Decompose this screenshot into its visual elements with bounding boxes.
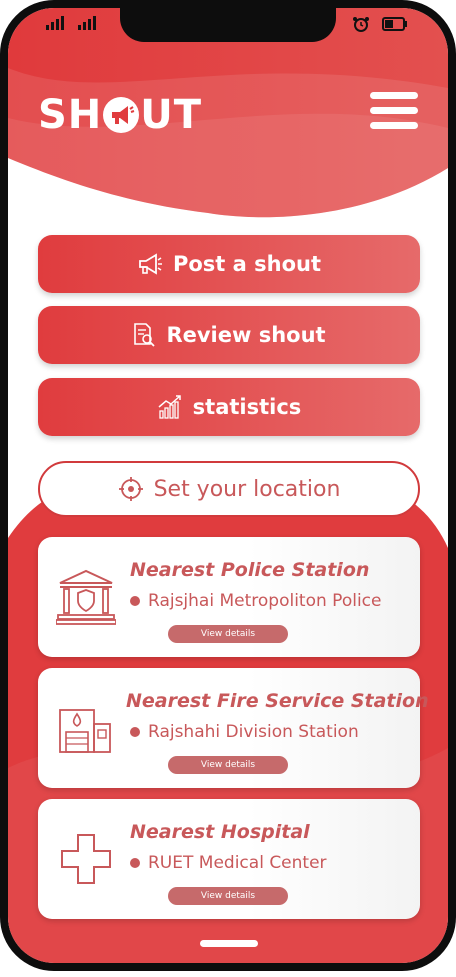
view-details-button[interactable]: View details — [168, 756, 288, 774]
medical-cross-icon — [56, 829, 116, 889]
bullet-dot-icon — [130, 727, 140, 737]
police-station-card[interactable]: Nearest Police Station Rajsjhai Metropol… — [38, 537, 420, 657]
hamburger-menu-icon[interactable] — [370, 92, 418, 132]
view-details-button[interactable]: View details — [168, 887, 288, 905]
crosshair-icon — [118, 476, 144, 502]
bar-chart-icon — [157, 395, 183, 419]
hospital-card[interactable]: Nearest Hospital RUET Medical Center Vie… — [38, 799, 420, 919]
post-shout-label: Post a shout — [172, 252, 321, 276]
bullet-dot-icon — [130, 858, 140, 868]
home-indicator[interactable] — [200, 940, 258, 947]
card-subtitle-row: RUET Medical Center — [130, 853, 327, 873]
police-building-icon — [55, 567, 117, 627]
shout-logo: SH UT — [38, 92, 202, 138]
card-subtitle: Rajsjhai Metropoliton Police — [148, 591, 382, 611]
post-shout-button[interactable]: Post a shout — [38, 235, 420, 293]
megaphone-icon — [137, 252, 163, 276]
card-subtitle-row: Rajsjhai Metropoliton Police — [130, 591, 381, 611]
bullet-dot-icon — [130, 596, 140, 606]
megaphone-logo-icon — [103, 97, 140, 133]
card-subtitle: RUET Medical Center — [148, 853, 327, 873]
statistics-button[interactable]: statistics — [38, 378, 420, 436]
statistics-label: statistics — [192, 395, 302, 419]
fire-station-card[interactable]: Nearest Fire Service Station Rajshahi Di… — [38, 668, 429, 788]
header: SH UT — [8, 8, 448, 208]
card-subtitle: Rajshahi Division Station — [148, 722, 359, 742]
phone-frame: SH UT Post a shout Review shout statisti… — [0, 0, 456, 971]
card-subtitle-row: Rajshahi Division Station — [130, 722, 359, 742]
view-details-button[interactable]: View details — [168, 625, 288, 643]
document-search-icon — [132, 322, 156, 348]
fire-station-icon — [56, 698, 116, 758]
review-shout-button[interactable]: Review shout — [38, 306, 420, 364]
review-shout-label: Review shout — [166, 323, 326, 347]
logo-text-right: UT — [140, 92, 203, 138]
set-location-button[interactable]: Set your location — [38, 461, 420, 517]
card-title: Nearest Hospital — [130, 821, 310, 843]
card-title: Nearest Police Station — [130, 559, 370, 581]
set-location-label: Set your location — [153, 476, 341, 502]
card-title: Nearest Fire Service Station — [126, 690, 429, 712]
logo-text-left: SH — [38, 92, 103, 138]
